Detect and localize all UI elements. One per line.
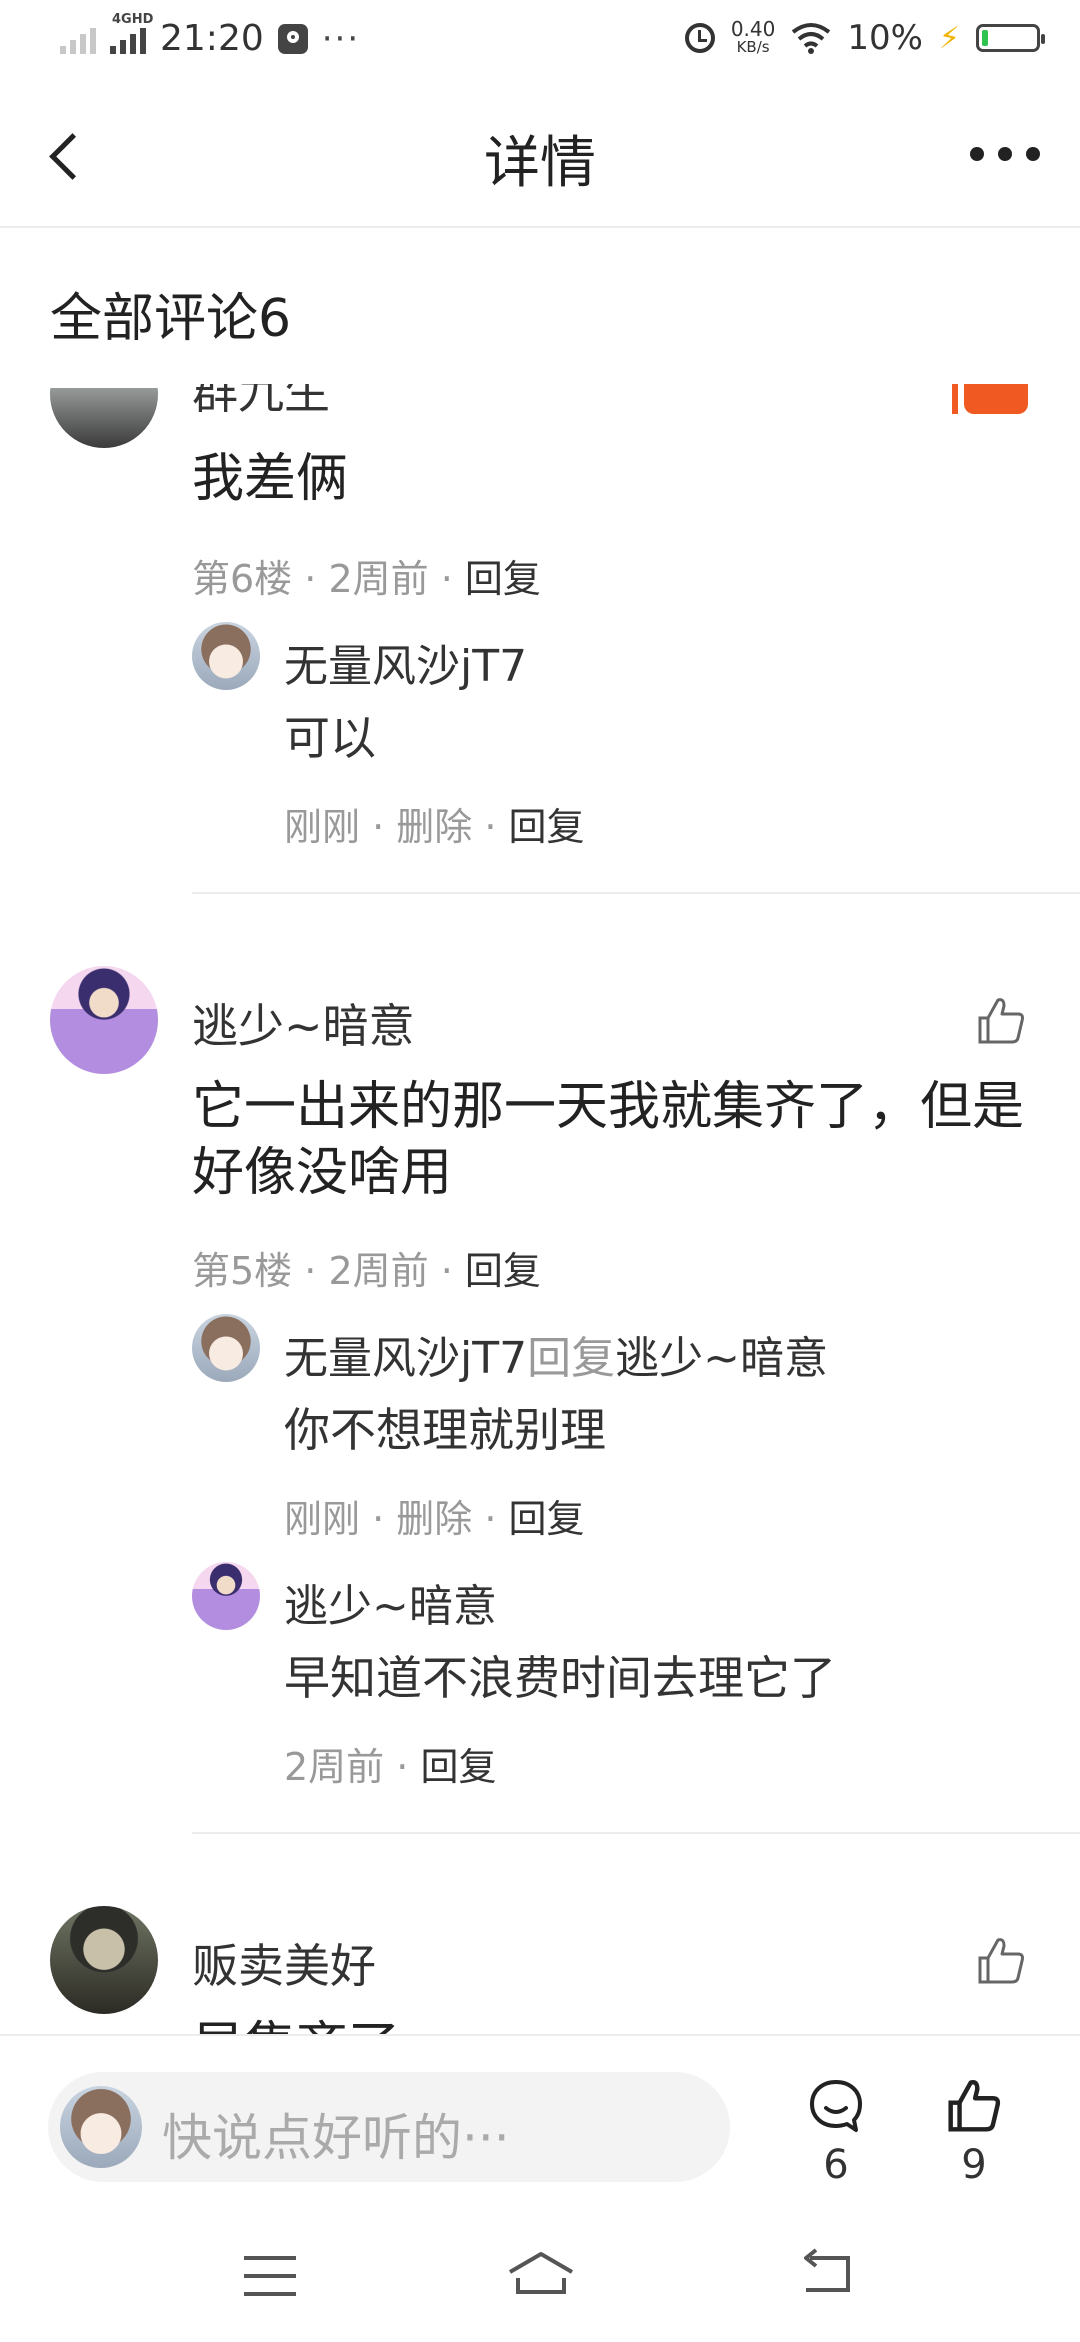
delete-button[interactable]: 删除 [396, 805, 472, 849]
like-icon[interactable] [974, 994, 1028, 1048]
badge-icon [964, 384, 1028, 414]
reply-content[interactable]: 早知道不浪费时间去理它了 [284, 1642, 836, 1708]
reply-author[interactable]: 逃少~暗意 [284, 1570, 497, 1634]
comments-section-title: 全部评论6 [50, 289, 292, 349]
app-notification-icon [277, 23, 308, 54]
like-icon [948, 2080, 1001, 2132]
comment-author[interactable]: 逃少~暗意 [192, 990, 415, 1056]
more-notifications: ··· [321, 18, 361, 59]
title-bar: 详情 [0, 86, 1080, 228]
reply-button[interactable]: 回复 [509, 805, 585, 849]
delete-button[interactable]: 删除 [396, 1497, 472, 1541]
reply-button[interactable]: 回复 [420, 1745, 496, 1789]
network-type: 4GHD [112, 11, 154, 27]
comment-content[interactable]: 我差俩 [192, 446, 348, 512]
comment-author[interactable]: 群九生 [192, 384, 330, 422]
signal-sim2-icon: 4GHD [110, 12, 153, 54]
battery-icon [976, 24, 1045, 52]
battery-percent: 10% [847, 18, 923, 58]
like-icon[interactable] [974, 1934, 1028, 1988]
page-title: 详情 [484, 131, 596, 196]
menu-icon[interactable] [244, 2256, 296, 2296]
comment-author[interactable]: 贩卖美好 [192, 1930, 376, 1996]
comment-icon [810, 2080, 862, 2132]
avatar[interactable] [192, 1314, 260, 1382]
reply-content[interactable]: 可以 [284, 702, 376, 768]
charging-icon: ⚡ [938, 20, 960, 56]
divider [192, 892, 1080, 894]
wifi-icon [792, 23, 831, 54]
comment-count-button[interactable]: 6 [796, 2076, 876, 2188]
badge-fragment [952, 384, 958, 414]
reply-content[interactable]: 你不想理就别理 [284, 1394, 606, 1460]
reply-author[interactable]: 无量风沙jT7回复逃少~暗意 [284, 1322, 828, 1386]
home-icon[interactable] [506, 2248, 576, 2298]
system-nav-bar [0, 2248, 1080, 2336]
comment-meta: 第5楼 · 2周前 · 回复 [192, 1249, 541, 1293]
comment-count: 6 [823, 2142, 849, 2188]
avatar[interactable] [192, 1562, 260, 1630]
reply-author[interactable]: 无量风沙jT7 [284, 630, 527, 694]
network-speed: 0.40 KB/s [730, 17, 776, 56]
comment-input[interactable]: 快说点好听的··· [48, 2072, 730, 2182]
bottom-bar: 快说点好听的··· 6 9 [0, 2034, 1080, 2342]
reply-button[interactable]: 回复 [465, 557, 541, 601]
status-bar: 4GHD 21:20 ··· 0.40 KB/s 10% ⚡ [0, 0, 1080, 86]
reply-button[interactable]: 回复 [465, 1249, 541, 1293]
avatar[interactable] [50, 1906, 158, 2014]
reply-button[interactable]: 回复 [509, 1497, 585, 1541]
avatar[interactable] [192, 622, 260, 690]
alarm-icon [684, 23, 715, 53]
reply-meta: 刚刚 · 删除 · 回复 [284, 805, 585, 849]
comment-content[interactable]: 它一出来的那一天我就集齐了，但是好像没啥用 [192, 1074, 1032, 1206]
signal-sim1-icon [60, 24, 96, 54]
reply-meta: 2周前 · 回复 [284, 1745, 497, 1789]
reply-meta: 刚刚 · 删除 · 回复 [284, 1497, 585, 1541]
input-placeholder: 快说点好听的··· [162, 2109, 510, 2167]
back-nav-icon[interactable] [796, 2248, 856, 2298]
avatar[interactable] [50, 966, 158, 1074]
divider [192, 1832, 1080, 1834]
more-options-icon[interactable] [970, 134, 1040, 174]
like-count-button[interactable]: 9 [934, 2076, 1014, 2188]
clock: 21:20 [160, 18, 264, 59]
avatar [60, 2086, 142, 2168]
avatar[interactable] [50, 388, 158, 448]
like-count: 9 [961, 2142, 987, 2188]
comment-meta: 第6楼 · 2周前 · 回复 [192, 557, 541, 601]
